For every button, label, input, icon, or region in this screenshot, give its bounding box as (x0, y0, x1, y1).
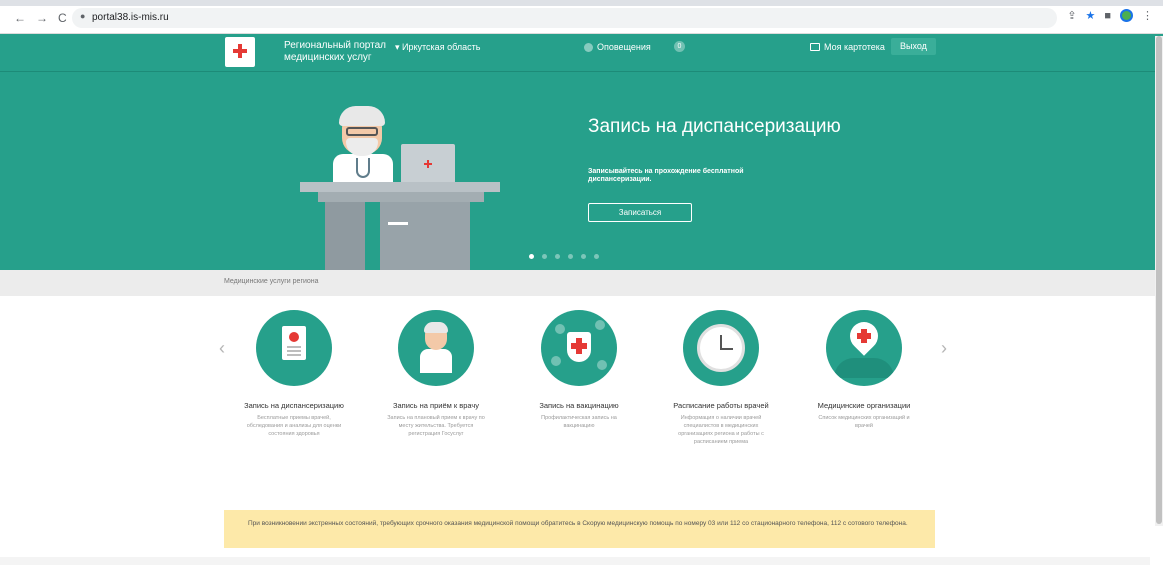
carousel-dot[interactable] (581, 254, 586, 259)
service-desc: Профилактическая запись на вакцинацию (541, 415, 617, 429)
notice-text: При возникновении экстренных состояний, … (248, 520, 908, 527)
page-scrollbar[interactable] (1155, 36, 1163, 526)
carousel-dot[interactable] (594, 254, 599, 259)
cabinet-link[interactable]: Моя картотека (810, 42, 885, 52)
notifications-label: Оповещения (597, 42, 651, 52)
logo[interactable] (225, 37, 255, 67)
card-icon (810, 43, 820, 51)
carousel-dot[interactable] (568, 254, 573, 259)
service-desc: Информация о наличии врачей специалистов… (678, 415, 764, 445)
page-bottom (0, 557, 1150, 565)
carousel-dot[interactable] (542, 254, 547, 259)
desk-top (300, 182, 500, 192)
service-title: Запись на диспансеризацию (244, 401, 344, 410)
doctor-icon (398, 310, 474, 386)
red-cross-icon (424, 160, 432, 168)
cabinet-label: Моя картотека (824, 42, 885, 52)
service-card-organizations[interactable]: Медицинские организации Список медицинск… (814, 310, 914, 430)
service-title: Медицинские организации (817, 401, 911, 410)
tab-strip (0, 0, 1163, 6)
logout-button[interactable]: Выход (891, 38, 936, 55)
extension-icon[interactable]: ■ (1104, 10, 1111, 22)
service-title: Запись на приём к врачу (392, 401, 480, 410)
carousel-dots (529, 254, 599, 259)
laptop (401, 144, 455, 184)
desk-drawer-unit (380, 202, 470, 270)
red-cross-icon (233, 44, 247, 58)
hero-title: Запись на диспансеризацию (588, 116, 841, 137)
site-header: Региональный портал медицинских услуг ▾ … (0, 34, 1163, 72)
bell-icon (584, 42, 593, 52)
vaccine-icon (541, 310, 617, 386)
location-pin-icon (826, 310, 902, 386)
service-desc: Бесплатные приемы врачей, обследования и… (246, 415, 342, 437)
service-card-dispensary[interactable]: Запись на диспансеризацию Бесплатные при… (244, 310, 344, 438)
desk-handle (388, 222, 408, 225)
scrollbar-thumb[interactable] (1156, 36, 1162, 524)
service-card-schedule[interactable]: Расписание работы врачей Информация о на… (671, 310, 771, 446)
region-selector[interactable]: ▾ Иркутская область (395, 42, 480, 53)
service-title: Расписание работы врачей (673, 401, 769, 410)
browser-nav: ← → C (14, 10, 67, 26)
clipboard-icon (256, 310, 332, 386)
stethoscope (356, 158, 370, 178)
service-title: Запись на вакцинацию (539, 401, 619, 410)
menu-icon[interactable]: ⋮ (1142, 9, 1153, 22)
service-desc: Запись на плановый прием к врачу по мест… (387, 415, 485, 437)
doctor-glasses (346, 127, 378, 136)
browser-toolbar: ← → C ● portal38.is-mis.ru ⇪ ★ ■ ⋮ (0, 0, 1163, 34)
star-icon[interactable]: ★ (1085, 9, 1095, 22)
breadcrumb-text: Медицинские услуги региона (224, 278, 319, 285)
lock-icon: ● (80, 11, 86, 21)
clock-icon (683, 310, 759, 386)
back-icon[interactable]: ← (14, 10, 26, 26)
forward-icon[interactable]: → (36, 10, 48, 26)
profile-icon[interactable] (1120, 9, 1133, 22)
site-title[interactable]: Региональный портал медицинских услуг (284, 40, 394, 64)
desk-leg (325, 202, 365, 270)
address-bar[interactable]: ● portal38.is-mis.ru (72, 8, 1057, 28)
reload-icon[interactable]: C (58, 10, 67, 26)
carousel-prev-arrow[interactable]: ‹ (219, 338, 225, 359)
doctor-hair (339, 106, 385, 126)
emergency-notice: При возникновении экстренных состояний, … (224, 510, 935, 548)
carousel-dot[interactable] (529, 254, 534, 259)
service-card-vaccination[interactable]: Запись на вакцинацию Профилактическая за… (529, 310, 629, 430)
service-desc: Список медицинских организаций и врачей (818, 415, 910, 429)
share-icon[interactable]: ⇪ (1067, 9, 1076, 22)
url-text[interactable]: portal38.is-mis.ru (92, 12, 169, 23)
desk-front (318, 192, 484, 202)
hero-subtitle: Записывайтесь на прохождение бесплатной … (588, 168, 744, 183)
notifications-link[interactable]: Оповещения (584, 42, 651, 52)
carousel-dot[interactable] (555, 254, 560, 259)
breadcrumb: Медицинские услуги региона (0, 270, 1163, 296)
carousel-next-arrow[interactable]: › (941, 338, 947, 359)
signup-button[interactable]: Записаться (588, 203, 692, 222)
hero-banner: Запись на диспансеризацию Записывайтесь … (0, 72, 1163, 270)
notifications-count-badge: 0 (674, 41, 685, 52)
service-card-doctor-appointment[interactable]: Запись на приём к врачу Запись на планов… (386, 310, 486, 438)
browser-actions: ⇪ ★ ■ ⋮ (1067, 9, 1153, 22)
